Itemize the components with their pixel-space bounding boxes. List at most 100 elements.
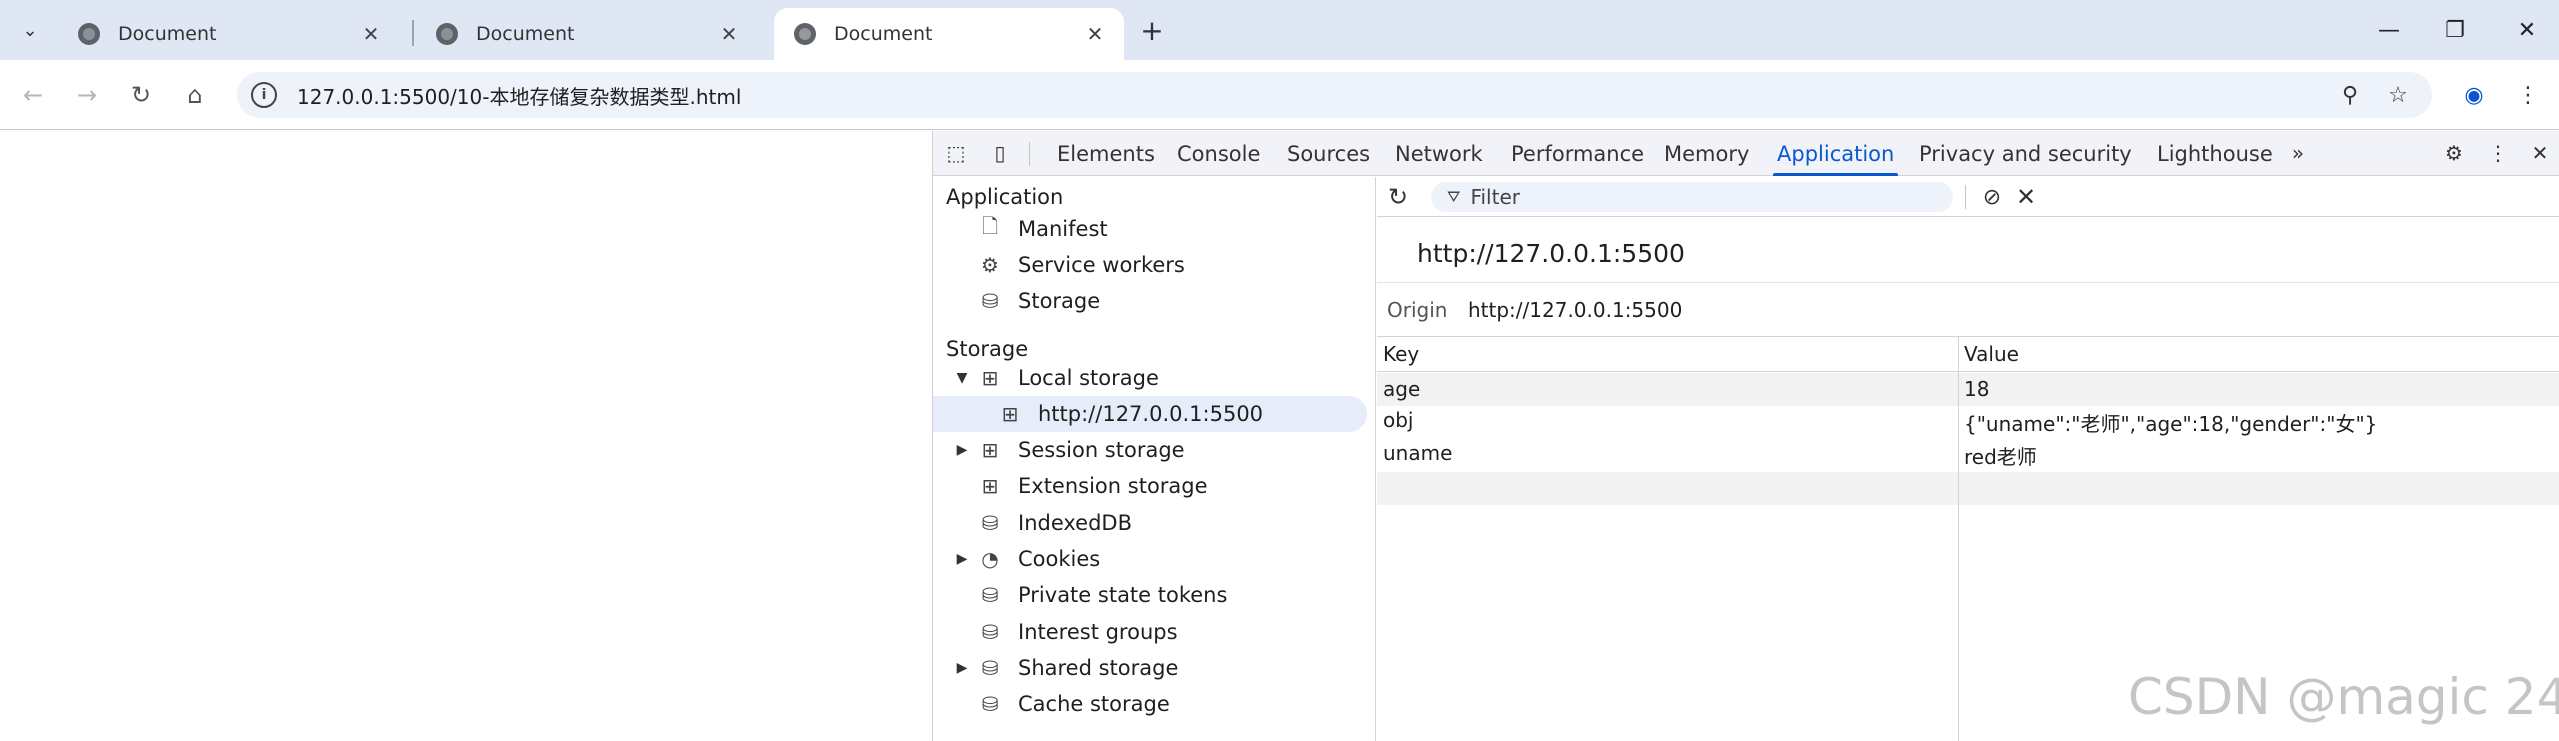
sidebar-item-cache-storage[interactable]: ⛁ Cache storage	[933, 686, 1367, 722]
close-icon[interactable]: ✕	[356, 22, 386, 46]
menu-button[interactable]: ⋮	[2508, 72, 2548, 118]
browser-tab-2[interactable]: Document ✕	[416, 8, 758, 60]
sidebar-item-label: Session storage	[1018, 438, 1185, 462]
more-tabs-button[interactable]: »	[2283, 139, 2313, 167]
back-button[interactable]: ←	[14, 76, 52, 114]
sidebar-heading-storage: Storage	[946, 337, 1029, 361]
close-window-button[interactable]: ✕	[2502, 12, 2552, 48]
sidebar-item-extension-storage[interactable]: ⊞ Extension storage	[933, 468, 1367, 504]
profile-button[interactable]: ◉	[2454, 72, 2494, 118]
close-devtools-button[interactable]: ✕	[2525, 139, 2555, 167]
sidebar-item-label: Local storage	[1018, 366, 1159, 390]
block-icon: ⊘	[1982, 184, 2002, 210]
origin-title: http://127.0.0.1:5500	[1417, 239, 1685, 268]
collapsed-arrow-icon[interactable]: ▶	[953, 660, 971, 676]
expanded-arrow-icon[interactable]: ▼	[953, 370, 971, 386]
tab-performance[interactable]: Performance	[1511, 131, 1644, 176]
browser-tab-1[interactable]: Document ✕	[58, 8, 400, 60]
address-bar[interactable]: i 127.0.0.1:5500/10-本地存储复杂数据类型.html	[237, 72, 2432, 118]
tab-network[interactable]: Network	[1395, 131, 1483, 176]
home-button[interactable]: ⌂	[176, 76, 214, 114]
row-key: age	[1383, 377, 1421, 401]
table-row[interactable]: uname red老师	[1377, 439, 2559, 472]
cookie-icon: ◔	[981, 547, 999, 571]
sidebar-item-local-storage[interactable]: ▼ ⊞ Local storage	[933, 360, 1367, 396]
device-toolbar-button[interactable]: ▯	[985, 139, 1015, 167]
collapsed-arrow-icon[interactable]: ▶	[953, 442, 971, 458]
tab-title: Document	[476, 23, 575, 45]
home-icon: ⌂	[187, 81, 203, 109]
row-key: uname	[1383, 441, 1453, 465]
inspect-element-button[interactable]: ⬚	[941, 139, 971, 167]
delete-selected-button[interactable]: ✕	[2011, 182, 2041, 212]
info-icon[interactable]: i	[251, 82, 277, 108]
arrow-left-icon: ←	[22, 81, 44, 109]
restore-button[interactable]: ❐	[2430, 12, 2480, 48]
minimize-button[interactable]: —	[2364, 12, 2414, 48]
forward-button[interactable]: →	[68, 76, 106, 114]
gear-icon: ⚙	[2445, 141, 2463, 165]
sidebar-item-label: Extension storage	[1018, 474, 1208, 498]
tab-privacy-and-security[interactable]: Privacy and security	[1919, 131, 2132, 176]
sidebar-item-storage-overview[interactable]: ⛁ Storage	[933, 283, 1367, 319]
tab-memory[interactable]: Memory	[1664, 131, 1749, 176]
filter-box[interactable]: ⛛	[1431, 182, 1953, 212]
table-header: Key Value	[1377, 337, 2559, 372]
row-key: obj	[1383, 408, 1414, 432]
sidebar-item-manifest[interactable]: 🗋 Manifest	[933, 211, 1367, 247]
refresh-icon: ↻	[1387, 183, 1409, 211]
minimize-icon: —	[2378, 17, 2400, 43]
sidebar-item-interest-groups[interactable]: ⛁ Interest groups	[933, 614, 1367, 650]
clear-all-button[interactable]: ⊘	[1977, 182, 2007, 212]
tab-application[interactable]: Application	[1772, 131, 1899, 176]
tab-search-button[interactable]: ⌄	[12, 16, 48, 44]
browser-tab-3-active[interactable]: Document ✕	[774, 8, 1124, 60]
sidebar-item-label: Manifest	[1018, 217, 1108, 241]
table-row[interactable]: obj {"uname":"老师","age":18,"gender":"女"}	[1377, 406, 2559, 439]
sidebar-item-private-state-tokens[interactable]: ⛁ Private state tokens	[933, 577, 1367, 613]
new-tab-button[interactable]: +	[1136, 14, 1168, 47]
table-icon: ⊞	[981, 366, 999, 390]
toolbar-divider	[1965, 185, 1966, 209]
tab-console[interactable]: Console	[1177, 131, 1260, 176]
sidebar-item-local-storage-origin[interactable]: ⊞ http://127.0.0.1:5500	[933, 396, 1367, 432]
collapsed-arrow-icon[interactable]: ▶	[953, 551, 971, 567]
table-icon: ⊞	[1001, 402, 1019, 426]
filter-input[interactable]	[1470, 185, 1941, 209]
table-row[interactable]: age 18	[1377, 373, 2559, 406]
application-sidebar: Application 🗋 Manifest ⚙ Service workers…	[933, 177, 1376, 741]
sidebar-item-label: Shared storage	[1018, 656, 1179, 680]
url-text[interactable]: 127.0.0.1:5500/10-本地存储复杂数据类型.html	[297, 81, 741, 110]
sidebar-item-shared-storage[interactable]: ▶ ⛁ Shared storage	[933, 650, 1367, 686]
refresh-button[interactable]: ↻	[1383, 183, 1413, 211]
globe-icon	[436, 23, 458, 45]
column-header-key[interactable]: Key	[1383, 342, 1419, 366]
reload-button[interactable]: ↻	[122, 76, 160, 114]
bookmark-button[interactable]: ☆	[2378, 72, 2418, 118]
column-divider[interactable]	[1958, 337, 1959, 741]
reload-icon: ↻	[130, 81, 152, 109]
sidebar-item-session-storage[interactable]: ▶ ⊞ Session storage	[933, 432, 1367, 468]
toolbar-divider	[1029, 142, 1030, 166]
devtools-menu-button[interactable]: ⋮	[2483, 139, 2513, 167]
database-icon: ⛁	[981, 583, 999, 607]
sidebar-item-indexeddb[interactable]: ⛁ IndexedDB	[933, 505, 1367, 541]
zoom-icon: ⚲	[2341, 82, 2359, 108]
settings-button[interactable]: ⚙	[2439, 139, 2469, 167]
close-icon: ✕	[2517, 17, 2537, 43]
tab-lighthouse[interactable]: Lighthouse	[2157, 131, 2273, 176]
watermark: CSDN @magic 245	[2128, 668, 2559, 726]
close-icon: ✕	[2531, 141, 2549, 165]
table-row-empty[interactable]	[1377, 472, 2559, 505]
close-icon[interactable]: ✕	[1080, 22, 1110, 46]
column-header-value[interactable]: Value	[1964, 342, 2019, 366]
device-icon: ▯	[994, 141, 1006, 165]
sidebar-item-service-workers[interactable]: ⚙ Service workers	[933, 247, 1367, 283]
tab-sources[interactable]: Sources	[1287, 131, 1370, 176]
close-icon[interactable]: ✕	[714, 22, 744, 46]
sidebar-item-cookies[interactable]: ▶ ◔ Cookies	[933, 541, 1367, 577]
zoom-button[interactable]: ⚲	[2330, 72, 2370, 118]
database-icon: ⛁	[981, 656, 999, 680]
tab-elements[interactable]: Elements	[1057, 131, 1155, 176]
database-icon: ⛁	[981, 511, 999, 535]
